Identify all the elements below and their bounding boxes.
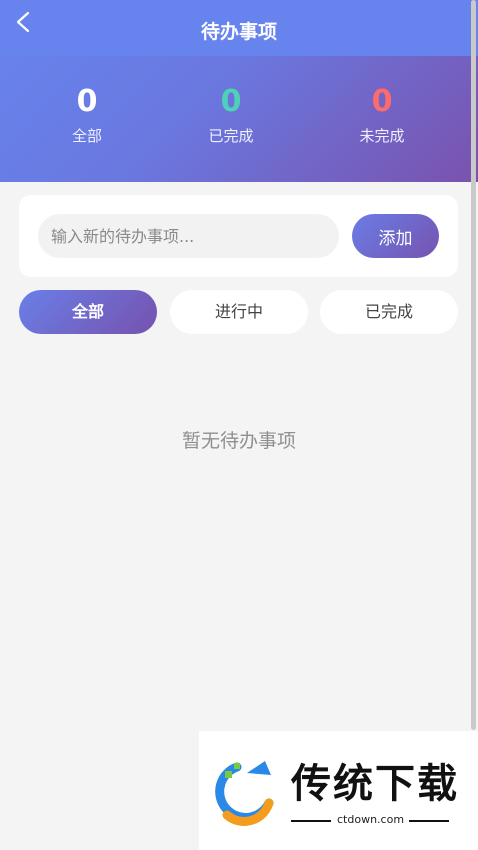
scrollbar[interactable] [471,0,476,730]
watermark-line-left [291,820,331,822]
top-bar: 待办事项 [0,0,478,56]
watermark-line-right [409,820,449,822]
tab-all[interactable]: 全部 [19,290,157,334]
empty-state-text: 暂无待办事项 [181,430,296,452]
stat-todo-label: 未完成 [359,127,405,145]
todo-input[interactable] [38,214,339,258]
watermark-url: ctdown.com [337,813,405,826]
stat-done-count: 0 [220,84,242,119]
tab-completed[interactable]: 已完成 [320,290,458,334]
watermark: 传统下载 ctdown.com [199,731,478,850]
watermark-brand: 传统下载 [291,761,459,807]
ctdown-logo-icon [215,761,274,826]
stat-done: 0 已完成 [171,84,291,146]
stat-todo: 0 未完成 [322,84,442,146]
add-todo-card: 添加 [19,195,458,277]
page-title: 待办事项 [200,21,277,43]
stat-all-count: 0 [76,84,98,119]
stat-todo-count: 0 [371,84,393,119]
add-button[interactable]: 添加 [352,214,439,258]
tab-in-progress[interactable]: 进行中 [170,290,308,334]
stat-all-label: 全部 [71,127,102,145]
stat-all: 0 全部 [27,84,147,146]
stat-done-label: 已完成 [208,127,254,145]
